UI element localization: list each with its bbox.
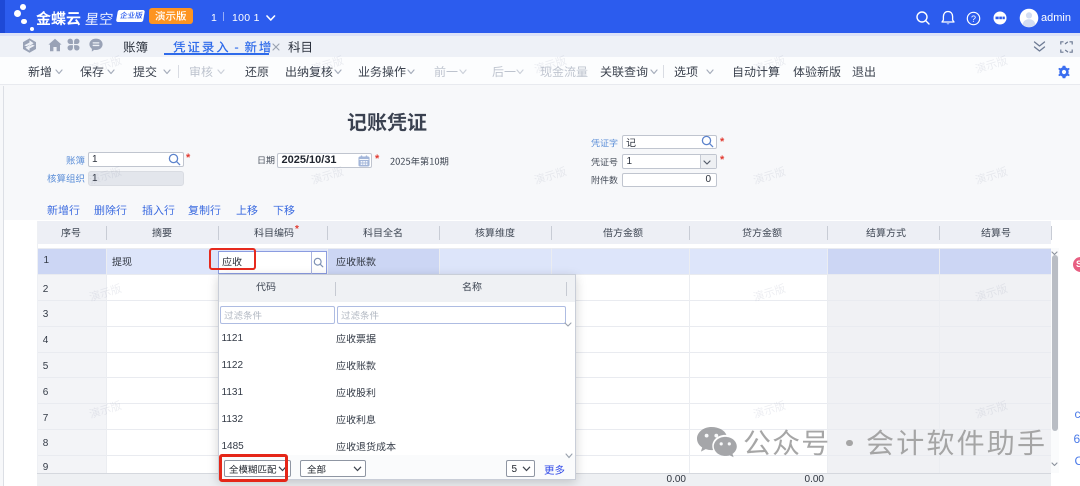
svg-text:?: ?	[971, 13, 976, 23]
